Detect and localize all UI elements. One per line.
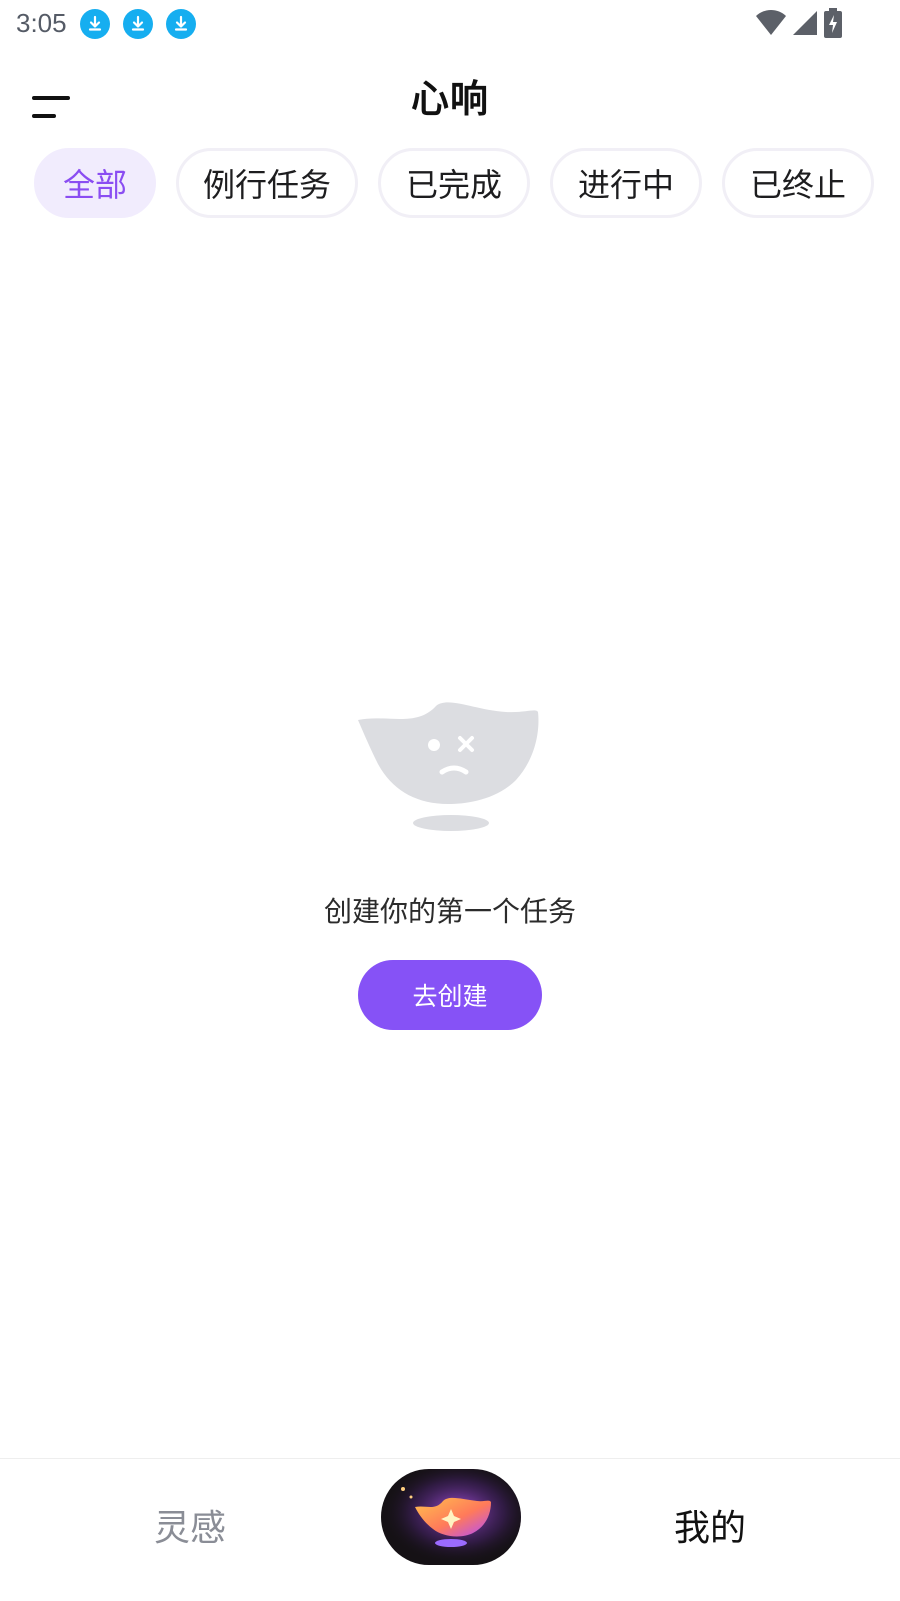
header: 心响 bbox=[0, 56, 900, 128]
system-icons bbox=[756, 8, 842, 38]
signal-icon bbox=[793, 11, 817, 35]
nav-inspiration-label: 灵感 bbox=[154, 1508, 227, 1549]
status-bar: 3:05 bbox=[0, 0, 900, 48]
bottom-nav: 灵感 我的 bbox=[0, 1458, 900, 1601]
status-time: 3:05 bbox=[16, 8, 67, 38]
tab-completed[interactable]: 已完成 bbox=[378, 148, 530, 218]
download-icon bbox=[123, 9, 153, 39]
nav-inspiration[interactable]: 灵感 bbox=[154, 1499, 226, 1551]
tab-label: 已终止 bbox=[749, 166, 846, 204]
create-task-button[interactable]: 去创建 bbox=[358, 960, 542, 1030]
tab-all[interactable]: 全部 bbox=[34, 148, 156, 218]
sparkle-bowl-icon bbox=[381, 1469, 521, 1565]
wifi-icon bbox=[756, 10, 786, 35]
tab-label: 全部 bbox=[62, 166, 127, 204]
download-icon bbox=[80, 9, 110, 39]
empty-state-message: 创建你的第一个任务 bbox=[323, 895, 576, 928]
tab-label: 已完成 bbox=[405, 166, 502, 204]
tab-label: 例行任务 bbox=[202, 166, 331, 204]
tab-label: 进行中 bbox=[577, 166, 674, 204]
tab-in-progress[interactable]: 进行中 bbox=[550, 148, 702, 218]
center-action-button[interactable] bbox=[381, 1469, 521, 1565]
nav-mine-label: 我的 bbox=[674, 1508, 747, 1549]
sad-bowl-icon bbox=[358, 702, 539, 831]
battery-charging-icon bbox=[824, 8, 842, 38]
download-icon bbox=[166, 9, 196, 39]
page-title: 心响 bbox=[410, 77, 489, 121]
tab-terminated[interactable]: 已终止 bbox=[722, 148, 874, 218]
tab-routine[interactable]: 例行任务 bbox=[176, 148, 358, 218]
filter-tabs: 全部 例行任务 已完成 进行中 已终止 bbox=[34, 148, 874, 218]
nav-mine[interactable]: 我的 bbox=[674, 1499, 746, 1551]
create-button-label: 去创建 bbox=[412, 982, 488, 1011]
